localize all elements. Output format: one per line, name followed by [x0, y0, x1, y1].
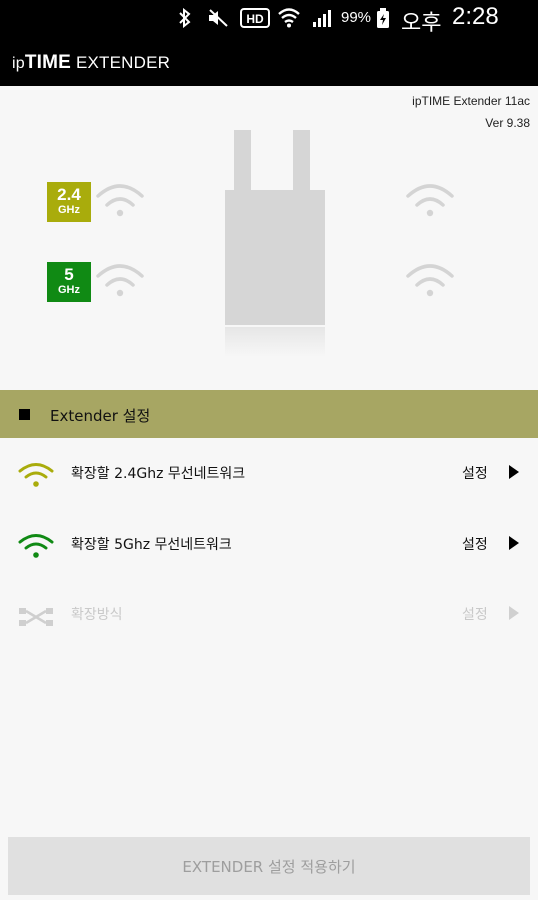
band-5-unit: GHz [58, 284, 80, 296]
firmware-version: Ver 9.38 [485, 116, 530, 130]
chevron-right-icon[interactable] [508, 465, 520, 479]
mute-icon [209, 9, 228, 27]
band-5ghz-badge: 5 GHz [47, 262, 91, 302]
extender-device-icon [225, 130, 325, 357]
extender-settings-header: Extender 설정 [0, 390, 538, 438]
wifi-24-left-icon [96, 184, 144, 217]
model-name: ipTIME Extender 11ac [412, 94, 530, 108]
chevron-right-icon[interactable] [508, 606, 520, 620]
battery-percent: 99% [341, 9, 372, 26]
row-label: 확장할 5Ghz 무선네트워크 [71, 537, 232, 553]
app-title-ip: ip [12, 55, 25, 72]
device-panel: ipTIME Extender 11ac Ver 9.38 2.4 GHz 5 … [0, 86, 538, 390]
shuffle-icon [19, 608, 53, 626]
band-24-unit: GHz [58, 204, 80, 216]
app-title: ipTIME EXTENDER [12, 52, 170, 74]
band-5-num: 5 [64, 265, 74, 284]
settings-row-extend-mode[interactable]: 확장방식 설정 [0, 580, 538, 650]
wifi-5-left-icon [96, 264, 144, 297]
row-action-setting[interactable]: 설정 [462, 534, 488, 554]
square-bullet-icon [19, 409, 30, 420]
apply-settings-button[interactable]: EXTENDER 설정 적용하기 [8, 837, 530, 895]
wifi-5-icon [18, 534, 54, 558]
app-title-time: TIME [24, 52, 72, 73]
app-title-extender: EXTENDER [71, 53, 171, 72]
settings-row-5ghz[interactable]: 확장할 5Ghz 무선네트워크 설정 [0, 510, 538, 580]
wifi-icon [278, 8, 300, 28]
section-title: Extender 설정 [50, 407, 151, 425]
clock-ampm: 오후 [401, 10, 442, 35]
chevron-right-icon[interactable] [508, 536, 520, 550]
app-bar: ipTIME EXTENDER [0, 36, 538, 86]
bluetooth-icon [179, 8, 191, 28]
status-bar: HD 99% 오후 2:28 [0, 0, 538, 36]
row-action-setting[interactable]: 설정 [462, 604, 488, 624]
clock-time: 2:28 [452, 3, 499, 30]
row-action-setting[interactable]: 설정 [462, 463, 488, 483]
row-label: 확장할 2.4Ghz 무선네트워크 [71, 466, 246, 482]
wifi-24-right-icon [406, 184, 454, 217]
band-24ghz-badge: 2.4 GHz [47, 182, 91, 222]
battery-icon [377, 8, 389, 28]
svg-text:HD: HD [246, 12, 264, 26]
settings-row-24ghz[interactable]: 확장할 2.4Ghz 무선네트워크 설정 [0, 439, 538, 509]
signal-icon [313, 10, 331, 27]
wifi-24-icon [18, 463, 54, 487]
hd-icon: HD [240, 8, 270, 28]
wifi-5-right-icon [406, 264, 454, 297]
row-label: 확장방식 [71, 607, 123, 623]
band-24-num: 2.4 [57, 185, 81, 204]
